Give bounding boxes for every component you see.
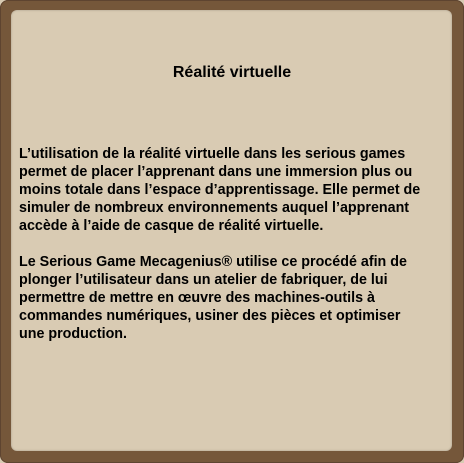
card-title: Réalité virtuelle <box>172 64 292 81</box>
paragraph-intro: L’utilisation de la réalité virtuelle da… <box>19 146 421 234</box>
paragraph-mecagenius: Le Serious Game Mecagenius® utilise ce p… <box>19 254 407 342</box>
card-frame: Réalité virtuelle L’utilisation de la ré… <box>0 0 464 463</box>
card-body: L’utilisation de la réalité virtuelle da… <box>19 145 449 361</box>
